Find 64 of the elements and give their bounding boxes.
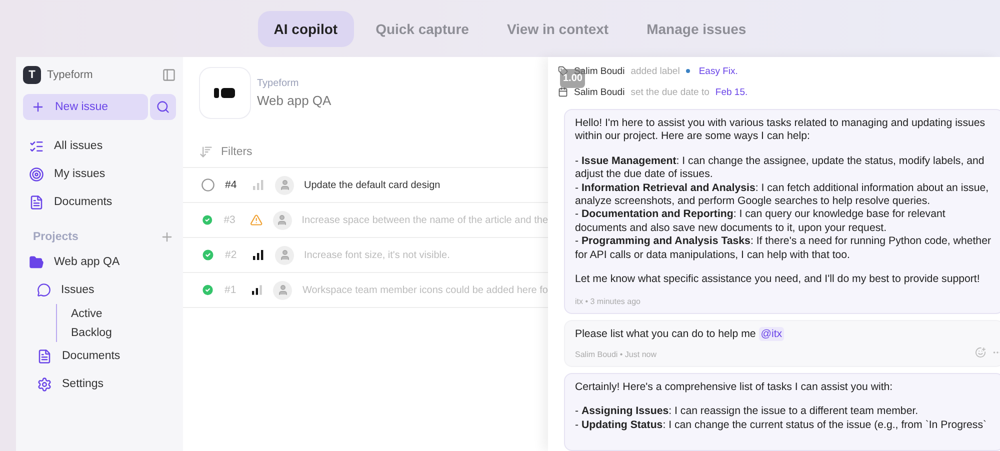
add-icon[interactable]: [160, 230, 174, 244]
nav-item[interactable]: Documents: [23, 188, 176, 216]
issue-title: Update the default card design: [304, 180, 440, 190]
nav-item[interactable]: Documents: [23, 342, 176, 370]
user-avatar-icon: [275, 246, 294, 264]
message-meta: Salim Boudi • Just now: [575, 350, 657, 359]
user-avatar-icon: [272, 210, 292, 230]
message-text: Certainly! Here's a comprehensive list of tasks I can assist you with:: [575, 380, 894, 394]
section-label: Projects: [33, 231, 78, 243]
empty-circle-icon[interactable]: [201, 178, 215, 192]
check-circle-icon[interactable]: [201, 213, 214, 227]
filters-button[interactable]: Filters: [221, 146, 252, 158]
activity-text: added label: [630, 66, 680, 77]
message-text: Let me know what specific assistance you need, and I'll do my best to provide support!: [575, 272, 981, 286]
check-circle-icon[interactable]: [201, 283, 215, 297]
calendar-icon: [558, 87, 568, 98]
issue-row[interactable]: #4 Update the default card design: [183, 168, 548, 203]
issue-title: Increase space between the name of the article and the: [302, 214, 548, 226]
add-reaction-icon[interactable]: [975, 346, 986, 358]
workspace-name: Typeform: [47, 69, 94, 81]
message-text: Hello! I'm here to assist you with various tasks related to managing and updating issues within our project. Here are some ways I can help:: [575, 116, 986, 144]
nav-item[interactable]: My issues: [23, 160, 176, 188]
settings-icon: [37, 376, 52, 392]
nav-item[interactable]: Backlog: [71, 323, 176, 342]
issue-number: #4: [225, 179, 238, 191]
issue-number: #1: [224, 284, 238, 296]
nav-item[interactable]: Issues: [23, 276, 176, 304]
search-button[interactable]: [150, 94, 176, 120]
sort-icon[interactable]: [199, 145, 213, 159]
issue-number: #2: [225, 249, 238, 261]
target-icon: [29, 166, 44, 182]
nav-item[interactable]: Active: [71, 304, 176, 323]
nav-item[interactable]: Web app QA: [23, 248, 176, 276]
nav-item[interactable]: All issues: [23, 132, 176, 160]
issue-title: Workspace team member icons could be added here fo: [302, 284, 548, 296]
actor-name: Salim Boudi: [574, 86, 625, 98]
document-icon: [37, 348, 52, 364]
workspace-badge: T: [23, 66, 41, 84]
sidebar-toggle-icon[interactable]: [162, 68, 176, 82]
document-icon: [29, 194, 44, 210]
message-text: - Assigning Issues: I can reassign the issue to a different team member. - Updating Status: I can change the current status of the issue (e.g., from `In Progress`: [575, 405, 988, 432]
chat-bubble-icon: [37, 283, 51, 297]
user-avatar-icon: [273, 280, 292, 300]
activity-value: Feb 15.: [715, 86, 748, 98]
search-icon: [156, 100, 170, 114]
mention-link[interactable]: @itx: [758, 327, 784, 342]
activity-value: Easy Fix.: [698, 66, 738, 77]
activity-text: set the due date to: [630, 86, 710, 98]
issue-number: #3: [224, 214, 236, 226]
user-avatar-icon: [275, 176, 294, 194]
message-text: - Issue Management: I can change the assignee, update the status, modify labels, and adjust the due date of issues. - Information Retrieval and Analysis: I can fetch additional information about an issue, analyze screenshots, and perform Google searches to help resolve queries. - Documentation and Reporting: I can query our knowledge base for relevant documents and also save new documents to it, upon your request. - Programming and Analysis Tasks: If there's a need for running Python code, whether for API calls or data manipulations, I can help with that too.: [575, 154, 992, 262]
checklist-icon: [29, 138, 44, 154]
folder-icon: [29, 254, 44, 270]
new-issue-button[interactable]: New issue: [23, 94, 148, 120]
message-text: Please list what you can do to help me @itx: [575, 328, 786, 342]
message-meta: itx • 3 minutes ago: [575, 297, 640, 306]
check-circle-icon[interactable]: [201, 248, 215, 262]
workspace-name: Typeform: [257, 78, 300, 89]
plus-icon: [31, 100, 45, 114]
nav-item[interactable]: Settings: [23, 370, 176, 398]
top-tab[interactable]: AI copilot: [258, 10, 354, 46]
issue-title: Increase font size, it's not visible.: [304, 250, 450, 260]
project-title: Web app QA: [257, 93, 332, 108]
logo-icon: [213, 85, 237, 101]
